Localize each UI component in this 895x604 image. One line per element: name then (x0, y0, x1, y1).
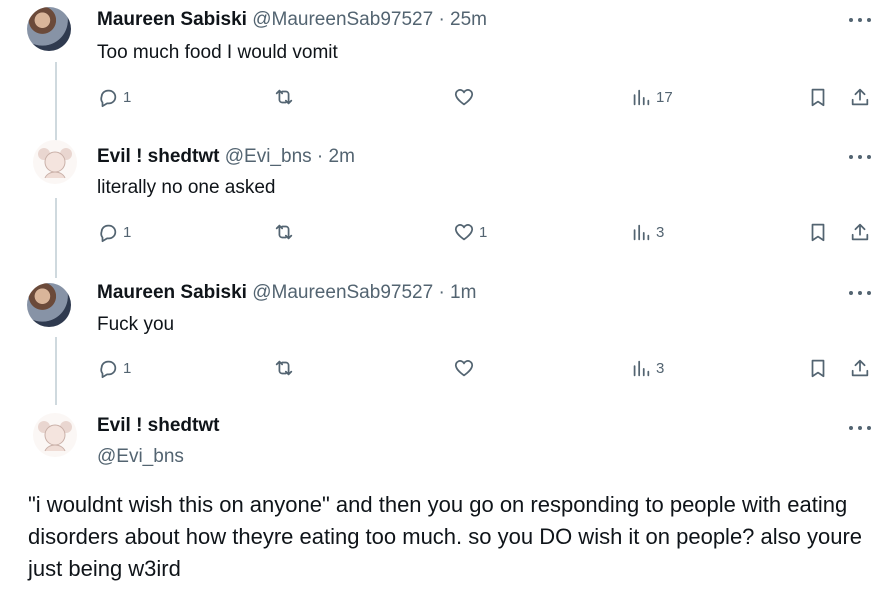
tweet-text: Too much food I would vomit (97, 42, 338, 63)
reply-icon (100, 360, 117, 379)
reply-button[interactable]: 1 (97, 86, 131, 108)
reply-count: 1 (123, 359, 132, 377)
more-icon[interactable] (849, 289, 871, 297)
like-icon (454, 360, 474, 377)
bookmark-button[interactable] (807, 221, 829, 243)
like-icon (454, 224, 474, 241)
timestamp[interactable]: 25m (450, 9, 487, 30)
timestamp[interactable]: 2m (329, 146, 355, 167)
retweet-button[interactable] (273, 357, 299, 379)
reply-count: 1 (123, 88, 132, 106)
display-name[interactable]: Maureen Sabiski (97, 9, 247, 30)
more-icon[interactable] (849, 424, 871, 432)
separator: · (438, 9, 445, 30)
like-icon (454, 89, 474, 106)
avatar[interactable] (33, 140, 77, 184)
action-bar: 1 17 (97, 86, 882, 112)
handle[interactable]: @MaureenSab97527 (252, 9, 433, 30)
separator: · (438, 282, 445, 303)
timestamp[interactable]: 1m (450, 282, 476, 303)
action-bar: 1 1 3 (97, 221, 882, 247)
share-button[interactable] (849, 221, 871, 243)
retweet-icon (275, 89, 293, 105)
share-button[interactable] (849, 357, 871, 379)
thread-line (55, 337, 57, 405)
handle[interactable]: @Evi_bns (97, 446, 184, 468)
tweet-text: Fuck you (97, 314, 175, 335)
view-count: 3 (656, 223, 665, 241)
view-count: 17 (656, 88, 673, 106)
bookmark-button[interactable] (807, 357, 829, 379)
tweet-header: Maureen Sabiski @MaureenSab97527 · 25m (97, 9, 487, 31)
retweet-button[interactable] (273, 86, 299, 108)
bookmark-icon (811, 88, 825, 107)
reply-count: 1 (123, 223, 132, 241)
like-button[interactable] (453, 86, 479, 108)
view-count: 3 (656, 359, 665, 377)
like-button[interactable]: 1 (453, 221, 487, 243)
share-icon (851, 359, 869, 377)
views-button[interactable]: 3 (630, 221, 664, 243)
handle[interactable]: @MaureenSab97527 (252, 282, 433, 303)
reply-button[interactable]: 1 (97, 357, 131, 379)
reply-icon (100, 224, 117, 243)
share-button[interactable] (849, 86, 871, 108)
action-bar: 1 3 (97, 357, 882, 383)
more-icon[interactable] (849, 16, 871, 24)
views-button[interactable]: 17 (630, 86, 673, 108)
avatar[interactable] (27, 283, 71, 327)
like-count: 1 (479, 223, 488, 241)
views-icon (633, 360, 650, 377)
tweet-header: Maureen Sabiski @MaureenSab97527 · 1m (97, 282, 476, 304)
retweet-icon (275, 360, 293, 376)
display-name[interactable]: Maureen Sabiski (97, 282, 247, 303)
reply-button[interactable]: 1 (97, 221, 131, 243)
bookmark-icon (811, 223, 825, 242)
thread-line (55, 62, 57, 142)
avatar[interactable] (33, 413, 77, 457)
views-icon (633, 224, 650, 241)
like-button[interactable] (453, 357, 479, 379)
thread-line (55, 198, 57, 278)
tweet-header: Evil ! shedtwt @Evi_bns · 2m (97, 146, 355, 168)
views-button[interactable]: 3 (630, 357, 664, 379)
separator: · (316, 146, 324, 167)
handle[interactable]: @Evi_bns (225, 146, 312, 167)
tweet-text: literally no one asked (97, 177, 276, 198)
reply-icon (100, 89, 117, 108)
bookmark-button[interactable] (807, 86, 829, 108)
retweet-icon (275, 224, 293, 240)
display-name[interactable]: Evil ! shedtwt (97, 146, 219, 167)
retweet-button[interactable] (273, 221, 299, 243)
share-icon (851, 88, 869, 106)
bookmark-icon (811, 359, 825, 378)
avatar[interactable] (27, 7, 71, 51)
avatar-image (34, 141, 76, 183)
share-icon (851, 223, 869, 241)
more-icon[interactable] (849, 153, 871, 161)
avatar-image (34, 414, 76, 456)
display-name[interactable]: Evil ! shedtwt (97, 415, 219, 437)
main-tweet-text: "i wouldnt wish this on anyone" and then… (28, 492, 863, 581)
views-icon (633, 89, 650, 106)
